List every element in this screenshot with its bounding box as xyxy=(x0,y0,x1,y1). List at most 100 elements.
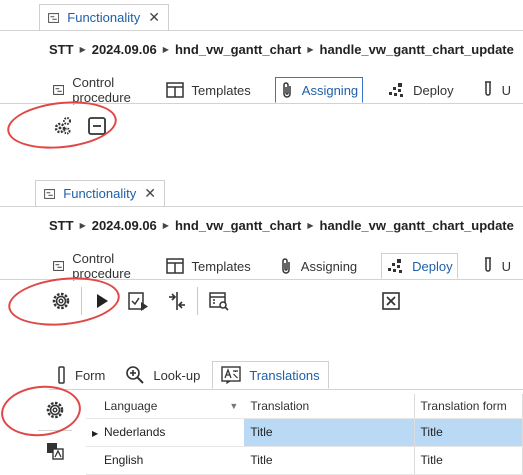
divider xyxy=(49,389,523,390)
functionality-tab-1[interactable]: Functionality ✕ xyxy=(39,4,169,30)
tab-label: Control procedure xyxy=(72,75,131,105)
translate-icon xyxy=(221,366,242,384)
close-box-icon xyxy=(382,292,400,310)
flask-icon xyxy=(484,257,491,272)
breadcrumb-item[interactable]: STT xyxy=(49,218,74,233)
breadcrumb-separator-icon: ▶ xyxy=(79,45,86,54)
cell-text: Title xyxy=(420,425,443,439)
column-header-language[interactable]: Language ▼ xyxy=(86,394,245,419)
annotation-circle xyxy=(0,381,84,441)
cell-text: Title xyxy=(420,453,443,467)
column-header-translation-form[interactable]: Translation form xyxy=(414,394,523,419)
deploy-check-button[interactable] xyxy=(127,290,149,312)
breadcrumb: STT ▶ 2024.09.06 ▶ hnd_vw_gantt_chart ▶ … xyxy=(49,218,514,233)
close-icon[interactable]: ✕ xyxy=(148,9,160,26)
tab-bar-2: Control procedure Templates Assigning De… xyxy=(49,251,523,281)
annotation-circle xyxy=(5,272,123,331)
table-row[interactable]: ▶ Nederlands Title Title xyxy=(86,418,523,447)
column-header-label: Language xyxy=(104,398,158,413)
divider xyxy=(0,206,523,207)
column-header-label: Translation xyxy=(250,398,310,413)
breadcrumb-separator-icon: ▶ xyxy=(307,221,314,230)
functionality-tab-label: Functionality xyxy=(63,186,137,201)
tab-label: U xyxy=(501,258,512,274)
control-procedure-icon xyxy=(53,85,65,95)
functionality-tab-label: Functionality xyxy=(67,10,141,25)
deploy-icon xyxy=(389,83,404,97)
tab-label: Assigning xyxy=(300,258,358,274)
tab-deploy[interactable]: Deploy xyxy=(381,253,458,279)
control-procedure-icon xyxy=(53,261,65,271)
tab-label: Templates xyxy=(191,258,251,274)
functionality-icon xyxy=(48,12,60,23)
tab-templates[interactable]: Templates xyxy=(162,253,255,279)
sort-down-icon[interactable]: ▼ xyxy=(229,401,238,411)
divider xyxy=(0,30,523,31)
breadcrumb-item[interactable]: 2024.09.06 xyxy=(92,218,157,233)
functionality-icon xyxy=(44,188,56,199)
templates-icon xyxy=(165,82,184,98)
cell-language[interactable]: English xyxy=(86,446,245,475)
annotation-circle xyxy=(4,96,120,154)
row-indicator-icon: ▶ xyxy=(92,429,99,438)
table-row[interactable]: English Title Title xyxy=(86,446,523,475)
grid-header-row: Language ▼ Translation Translation form xyxy=(86,394,523,419)
tab-control-procedure[interactable]: Control procedure xyxy=(49,251,142,281)
tab-assigning[interactable]: Assigning xyxy=(275,253,361,279)
form-icon xyxy=(58,366,65,384)
templates-icon xyxy=(165,258,184,274)
tab-label: Look-up xyxy=(153,367,201,383)
tab-translations[interactable]: Translations xyxy=(212,361,329,389)
tab-u[interactable]: U xyxy=(478,253,515,279)
breadcrumb-item[interactable]: hnd_vw_gantt_chart xyxy=(175,42,301,57)
cell-text: Nederlands xyxy=(104,425,166,439)
cell-text: English xyxy=(104,453,144,467)
breadcrumb-separator-icon: ▶ xyxy=(307,45,314,54)
cell-translation[interactable]: Title xyxy=(244,418,415,447)
tab-bar-1: Control procedure Templates Assigning De… xyxy=(49,75,523,105)
close-icon[interactable]: ✕ xyxy=(144,185,156,202)
checklist-play-icon xyxy=(128,292,148,311)
tab-deploy[interactable]: Deploy xyxy=(383,77,457,103)
tab-form[interactable]: Form xyxy=(49,361,113,389)
breadcrumb-separator-icon: ▶ xyxy=(162,221,169,230)
tab-templates[interactable]: Templates xyxy=(162,77,255,103)
tab-control-procedure[interactable]: Control procedure xyxy=(49,75,142,105)
flask-icon xyxy=(484,81,491,96)
compare-button[interactable] xyxy=(166,290,188,312)
view-log-button[interactable] xyxy=(208,290,230,312)
toolbar-separator xyxy=(197,287,198,315)
tab-label: Control procedure xyxy=(72,251,131,281)
breadcrumb-item[interactable]: STT xyxy=(49,42,74,57)
breadcrumb-item[interactable]: hnd_vw_gantt_chart xyxy=(175,218,301,233)
tab-label: Templates xyxy=(191,82,251,98)
tab-assigning[interactable]: Assigning xyxy=(274,77,364,103)
breadcrumb-item[interactable]: handle_vw_gantt_chart_update xyxy=(320,218,514,233)
breadcrumb: STT ▶ 2024.09.06 ▶ hnd_vw_gantt_chart ▶ … xyxy=(49,42,514,57)
tab-label: Form xyxy=(75,367,106,383)
tab-label: Assigning xyxy=(301,82,359,98)
breadcrumb-separator-icon: ▶ xyxy=(162,45,169,54)
sub-tab-bar: Form Look-up Translations xyxy=(49,361,333,389)
compare-icon xyxy=(169,292,185,310)
zoom-in-icon xyxy=(126,366,145,384)
log-search-icon xyxy=(209,292,229,311)
tab-label: Deploy xyxy=(413,82,454,98)
column-header-translation[interactable]: Translation xyxy=(244,394,415,419)
tab-look-up[interactable]: Look-up xyxy=(117,361,208,389)
close-panel-button[interactable] xyxy=(380,290,402,312)
cell-translation-form[interactable]: Title xyxy=(414,418,523,447)
translate-icon xyxy=(47,443,64,460)
breadcrumb-item[interactable]: 2024.09.06 xyxy=(92,42,157,57)
cell-language[interactable]: ▶ Nederlands xyxy=(86,418,245,447)
paperclip-icon xyxy=(283,82,291,98)
functionality-tab-2[interactable]: Functionality ✕ xyxy=(35,180,165,206)
tab-label: U xyxy=(501,82,512,98)
breadcrumb-item[interactable]: handle_vw_gantt_chart_update xyxy=(320,42,514,57)
translate-action-button[interactable] xyxy=(44,440,66,462)
tab-u[interactable]: U xyxy=(478,77,515,103)
cell-translation-form[interactable]: Title xyxy=(414,446,523,475)
breadcrumb-separator-icon: ▶ xyxy=(79,221,86,230)
cell-translation[interactable]: Title xyxy=(244,446,415,475)
tab-label: Deploy xyxy=(412,258,453,274)
